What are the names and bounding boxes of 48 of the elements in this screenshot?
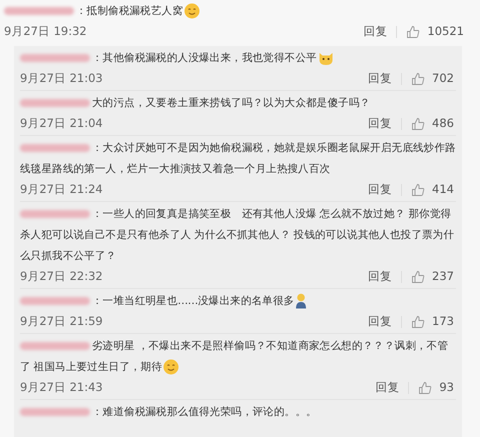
smiley-icon xyxy=(163,359,180,376)
comment-time: 9月27日 21:04 xyxy=(20,115,103,132)
comment-time: 9月27日 19:32 xyxy=(4,23,87,40)
like-count: 702 xyxy=(432,70,454,88)
like-count: 486 xyxy=(432,115,454,132)
comment-time: 9月27日 21:24 xyxy=(20,181,103,198)
thumbs-up-icon[interactable] xyxy=(411,270,426,284)
blurred-username xyxy=(20,99,90,108)
reply-link[interactable]: 回复 xyxy=(368,268,392,286)
person-figure-icon xyxy=(295,293,308,310)
blurred-username xyxy=(20,210,90,218)
reply-link[interactable]: 回复 xyxy=(368,313,392,331)
comment-time: 9月27日 22:32 xyxy=(20,268,103,286)
comment-time: 9月27日 21:03 xyxy=(20,70,103,88)
blurred-username xyxy=(20,342,90,350)
like-count: 173 xyxy=(432,313,454,330)
reply-link[interactable]: 回复 xyxy=(368,181,392,199)
comment-time: 9月27日 21:59 xyxy=(20,313,103,330)
blurred-username xyxy=(20,408,90,416)
reply-link[interactable]: 回复 xyxy=(368,70,392,88)
comment-time: 9月27日 21:43 xyxy=(20,379,103,396)
comment-text: 大的污点，又要卷土重来捞钱了吗？以为大众都是傻子吗？ xyxy=(20,93,456,114)
comment-text: 劣迹明星 ，不爆出来不是照样偷吗？不知道商家怎么想的？？？讽刺，不管了 祖国马上要过生日了，期待 xyxy=(20,336,456,378)
comment-text: ：抵制偷税漏税艺人窝 xyxy=(4,1,466,22)
reply-link[interactable]: 回复 xyxy=(368,115,392,133)
comment-text: ：一些人的回复真是搞笑至极 还有其他人没爆 怎么就不放过她？ 那你觉得杀人犯可以说自己不是只有他杀了人 为什么不抓其他人？ 投钱的可以说其他人也投了票为什么只抓我不公平了？ xyxy=(20,207,456,264)
reply-link[interactable]: 回复 xyxy=(363,23,388,41)
thumbs-up-icon[interactable] xyxy=(411,315,426,329)
comment-text: ：大众讨厌她可不是因为她偷税漏税，她就是娱乐圈老鼠屎开启无底线炒作路线毯星路线的第一人，烂片一大推演技又着急一个月上热搜八百次 xyxy=(20,141,456,177)
reply-link[interactable]: 回复 xyxy=(375,379,400,397)
like-count: 414 xyxy=(432,181,454,198)
blurred-username xyxy=(20,297,90,306)
blurred-username xyxy=(20,144,90,152)
like-count: 93 xyxy=(439,379,454,396)
smiley-icon xyxy=(184,3,200,20)
thumbs-up-icon[interactable] xyxy=(411,72,426,86)
thumbs-up-icon[interactable] xyxy=(411,117,426,131)
comment-text: ：一堆当红明星也……没爆出来的名单很多 xyxy=(20,291,456,312)
thumbs-up-icon[interactable] xyxy=(406,25,420,39)
like-count: 237 xyxy=(432,268,454,286)
thumbs-up-icon[interactable] xyxy=(418,381,432,395)
comment-text: ：其他偷税漏税的人没爆出来，我也觉得不公平 xyxy=(20,48,456,69)
blurred-username xyxy=(20,54,90,62)
thumbs-up-icon[interactable] xyxy=(411,183,426,197)
comment-text: ：难道偷税漏税那么值得光荣吗，评论的。。。 xyxy=(20,402,456,423)
like-count: 10521 xyxy=(427,23,464,40)
cat-icon xyxy=(318,50,334,66)
blurred-username xyxy=(4,7,74,16)
